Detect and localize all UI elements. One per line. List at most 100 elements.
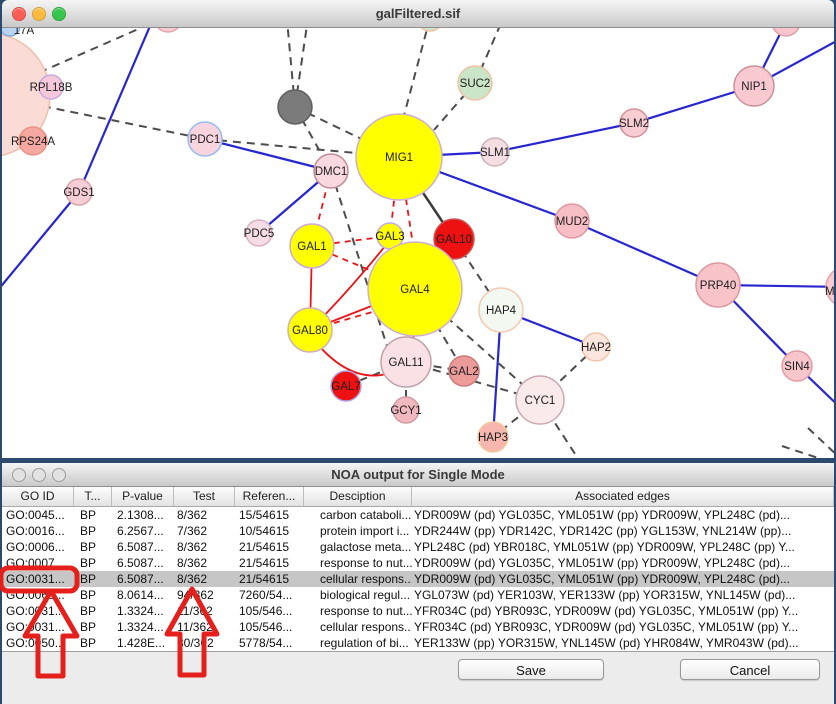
network-window: galFiltered.sif 17ARPL18BRPS24AGDS1PDC1D… <box>2 0 834 458</box>
node-label-MSL5: MSL5 <box>825 286 834 298</box>
cell: 7/362 <box>174 523 235 539</box>
edge <box>808 428 834 458</box>
node-label-SIN4: SIN4 <box>784 361 810 373</box>
cell: biological regul... <box>304 587 412 603</box>
dialog-buttons: Save Cancel <box>2 659 834 681</box>
cell: YDR009W (pd) YGL035C, YML051W (pp) YDR00… <box>412 507 834 523</box>
cell: BP <box>74 571 112 587</box>
column-header-p-value[interactable]: P-value <box>112 487 174 506</box>
table-row[interactable]: GO:0045...BP2.1308...8/36215/54615carbon… <box>2 507 834 523</box>
network-canvas[interactable]: 17ARPL18BRPS24AGDS1PDC1DMC1MIG1SLM1SLM2N… <box>2 28 834 458</box>
cell: 11/362 <box>174 619 235 635</box>
table-row[interactable]: GO:0007...BP6.5087...8/36221/54615respon… <box>2 555 834 571</box>
cell: YFR034C (pd) YBR093C, YDR009W (pd) YGL03… <box>412 619 834 635</box>
cell: BP <box>74 603 112 619</box>
cell: 94/362 <box>174 587 235 603</box>
node-top-center-green[interactable] <box>417 28 443 31</box>
edge <box>572 221 718 285</box>
cell: 21/54615 <box>235 539 304 555</box>
node-label-GCY1: GCY1 <box>390 405 421 417</box>
cell: cellular respons... <box>304 619 412 635</box>
cell: BP <box>74 555 112 571</box>
table-row[interactable]: GO:0031...BP6.5087...8/36221/54615cellul… <box>2 571 834 587</box>
node-label-DMC1: DMC1 <box>315 166 348 178</box>
node-label-GAL80: GAL80 <box>292 325 328 337</box>
column-header-t-[interactable]: T... <box>74 487 112 506</box>
cell: BP <box>74 507 112 523</box>
cell: regulation of bi... <box>304 635 412 651</box>
column-header-referen-[interactable]: Referen... <box>235 487 304 506</box>
table-row[interactable]: GO:0050...BP1.428E...80/3625778/54...reg… <box>2 635 834 651</box>
node-label-GAL10: GAL10 <box>436 234 472 246</box>
column-header-go-id[interactable]: GO ID <box>2 487 74 506</box>
table-row[interactable]: GO:0065...BP8.0614...94/3627260/54...bio… <box>2 587 834 603</box>
node-label-HAP3: HAP3 <box>478 432 508 444</box>
cell: 15/54615 <box>235 507 304 523</box>
cell: 6.2567... <box>112 523 174 539</box>
column-header-associated-edges[interactable]: Associated edges <box>412 487 834 506</box>
save-button[interactable]: Save <box>458 659 604 680</box>
close-button[interactable] <box>12 7 26 21</box>
cell: 8/362 <box>174 571 235 587</box>
cell: GO:0031... <box>2 619 74 635</box>
node-gray-node[interactable] <box>278 90 312 124</box>
cell: YDR244W (pp) YDR142C, YDR142C (pp) YGL15… <box>412 523 834 539</box>
node-label-PDC1: PDC1 <box>190 134 221 146</box>
node-label-HAP2: HAP2 <box>581 342 611 354</box>
node-label-SLM2: SLM2 <box>619 118 649 130</box>
cell: 11/362 <box>174 603 235 619</box>
results-table-header: GO IDT...P-valueTestReferen...Desciption… <box>2 487 834 507</box>
column-header-desciption[interactable]: Desciption <box>304 487 412 506</box>
network-graph: 17ARPL18BRPS24AGDS1PDC1DMC1MIG1SLM1SLM2N… <box>2 28 834 458</box>
cancel-button[interactable]: Cancel <box>680 659 820 680</box>
cell: 6.5087... <box>112 539 174 555</box>
cell: YPL248C (pd) YBR018C, YML051W (pp) YDR00… <box>412 539 834 555</box>
cell: 21/54615 <box>235 571 304 587</box>
cell: BP <box>74 523 112 539</box>
node-label-GAL2: GAL2 <box>449 366 478 378</box>
minimize-button[interactable] <box>32 7 46 21</box>
edge <box>79 28 162 192</box>
network-window-titlebar[interactable]: galFiltered.sif <box>2 0 834 28</box>
cell: YDR009W (pd) YGL035C, YML051W (pp) YDR00… <box>412 555 834 571</box>
cell: response to nut... <box>304 603 412 619</box>
node-label-SLM1: SLM1 <box>480 147 510 159</box>
cell: YDR009W (pd) YGL035C, YML051W (pp) YDR00… <box>412 571 834 587</box>
results-table: GO:0045...BP2.1308...8/36215/54615carbon… <box>2 507 834 651</box>
cell: GO:0006... <box>2 539 74 555</box>
table-row[interactable]: GO:0031...BP1.3324...11/362105/546...cel… <box>2 619 834 635</box>
cell: galactose meta... <box>304 539 412 555</box>
cell: GO:0031... <box>2 603 74 619</box>
table-divider <box>2 651 834 652</box>
cell: 21/54615 <box>235 555 304 571</box>
table-row[interactable]: GO:0016...BP6.2567...7/36210/54615protei… <box>2 523 834 539</box>
cell: 1.3324... <box>112 619 174 635</box>
table-row[interactable]: GO:0006...BP6.5087...8/36221/54615galact… <box>2 539 834 555</box>
zoom-button[interactable] <box>52 7 66 21</box>
node-top-center-pink[interactable] <box>154 28 182 32</box>
node-label-MUD2: MUD2 <box>556 216 589 228</box>
node-label-NIP1: NIP1 <box>741 81 767 93</box>
edge <box>402 28 430 123</box>
cell: 1.428E... <box>112 635 174 651</box>
cell: 8.0614... <box>112 587 174 603</box>
node-label-RPS24A: RPS24A <box>11 136 55 148</box>
node-label-PRP40: PRP40 <box>700 280 736 292</box>
cell: 105/546... <box>235 619 304 635</box>
cell: BP <box>74 539 112 555</box>
cell: GO:0050... <box>2 635 74 651</box>
column-header-test[interactable]: Test <box>174 487 235 506</box>
node-label-GAL4: GAL4 <box>400 284 430 296</box>
cell: 5778/54... <box>235 635 304 651</box>
edge <box>2 192 79 290</box>
cell: BP <box>74 619 112 635</box>
zoom-button[interactable] <box>52 468 66 482</box>
close-button[interactable] <box>12 468 26 482</box>
noa-window-titlebar[interactable]: NOA output for Single Mode <box>2 463 834 487</box>
table-row[interactable]: GO:0031...BP1.3324...11/362105/546...res… <box>2 603 834 619</box>
minimize-button[interactable] <box>32 468 46 482</box>
node-top-right-pink[interactable] <box>772 28 800 36</box>
network-window-title: galFiltered.sif <box>376 6 461 21</box>
node-label-MIG1: MIG1 <box>385 152 413 164</box>
cell: 8/362 <box>174 555 235 571</box>
